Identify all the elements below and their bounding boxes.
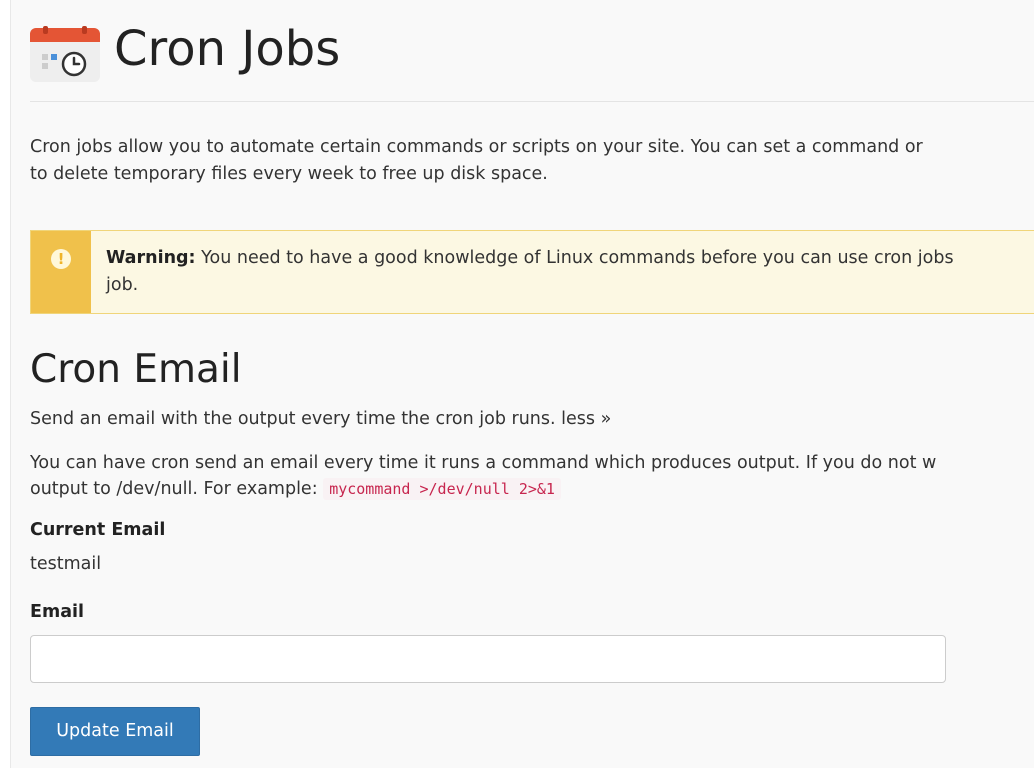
warning-text: Warning: You need to have a good knowled…: [106, 245, 954, 299]
email-field-label: Email: [30, 602, 84, 622]
warning-message: You need to have a good knowledge of Lin…: [195, 248, 954, 268]
details-line-2: output to /dev/null. For example: mycomm…: [30, 476, 936, 502]
warning-label: Warning:: [106, 248, 196, 268]
left-border: [0, 0, 11, 768]
details-line-2-text: output to /dev/null. For example:: [30, 479, 318, 499]
current-email-value: testmail: [30, 554, 102, 574]
warning-side-bar: !: [31, 231, 91, 313]
exclamation-icon: !: [51, 249, 71, 269]
page-title: Cron Jobs: [114, 21, 341, 77]
cron-calendar-clock-icon: [30, 26, 100, 82]
email-field[interactable]: [30, 635, 946, 683]
cron-jobs-page: Cron Jobs Cron jobs allow you to automat…: [0, 0, 1034, 768]
cron-email-heading: Cron Email: [30, 347, 242, 392]
intro-line-1: Cron jobs allow you to automate certain …: [30, 137, 923, 157]
page-header: Cron Jobs: [30, 16, 1034, 86]
warning-callout: ! Warning: You need to have a good knowl…: [30, 230, 1034, 314]
warning-line-1: Warning: You need to have a good knowled…: [106, 245, 954, 272]
intro-text: Cron jobs allow you to automate certain …: [30, 134, 923, 188]
warning-line-2: job.: [106, 275, 139, 295]
current-email-label: Current Email: [30, 520, 166, 540]
cron-email-details: You can have cron send an email every ti…: [30, 450, 936, 502]
example-code: mycommand >/dev/null 2>&1: [323, 478, 561, 500]
intro-line-2: to delete temporary files every week to …: [30, 164, 548, 184]
less-toggle-link[interactable]: less »: [561, 409, 611, 429]
cron-email-summary: Send an email with the output every time…: [30, 406, 611, 433]
update-email-button[interactable]: Update Email: [30, 707, 200, 756]
summary-text: Send an email with the output every time…: [30, 409, 556, 429]
details-line-1: You can have cron send an email every ti…: [30, 453, 937, 473]
header-divider: [30, 101, 1034, 102]
